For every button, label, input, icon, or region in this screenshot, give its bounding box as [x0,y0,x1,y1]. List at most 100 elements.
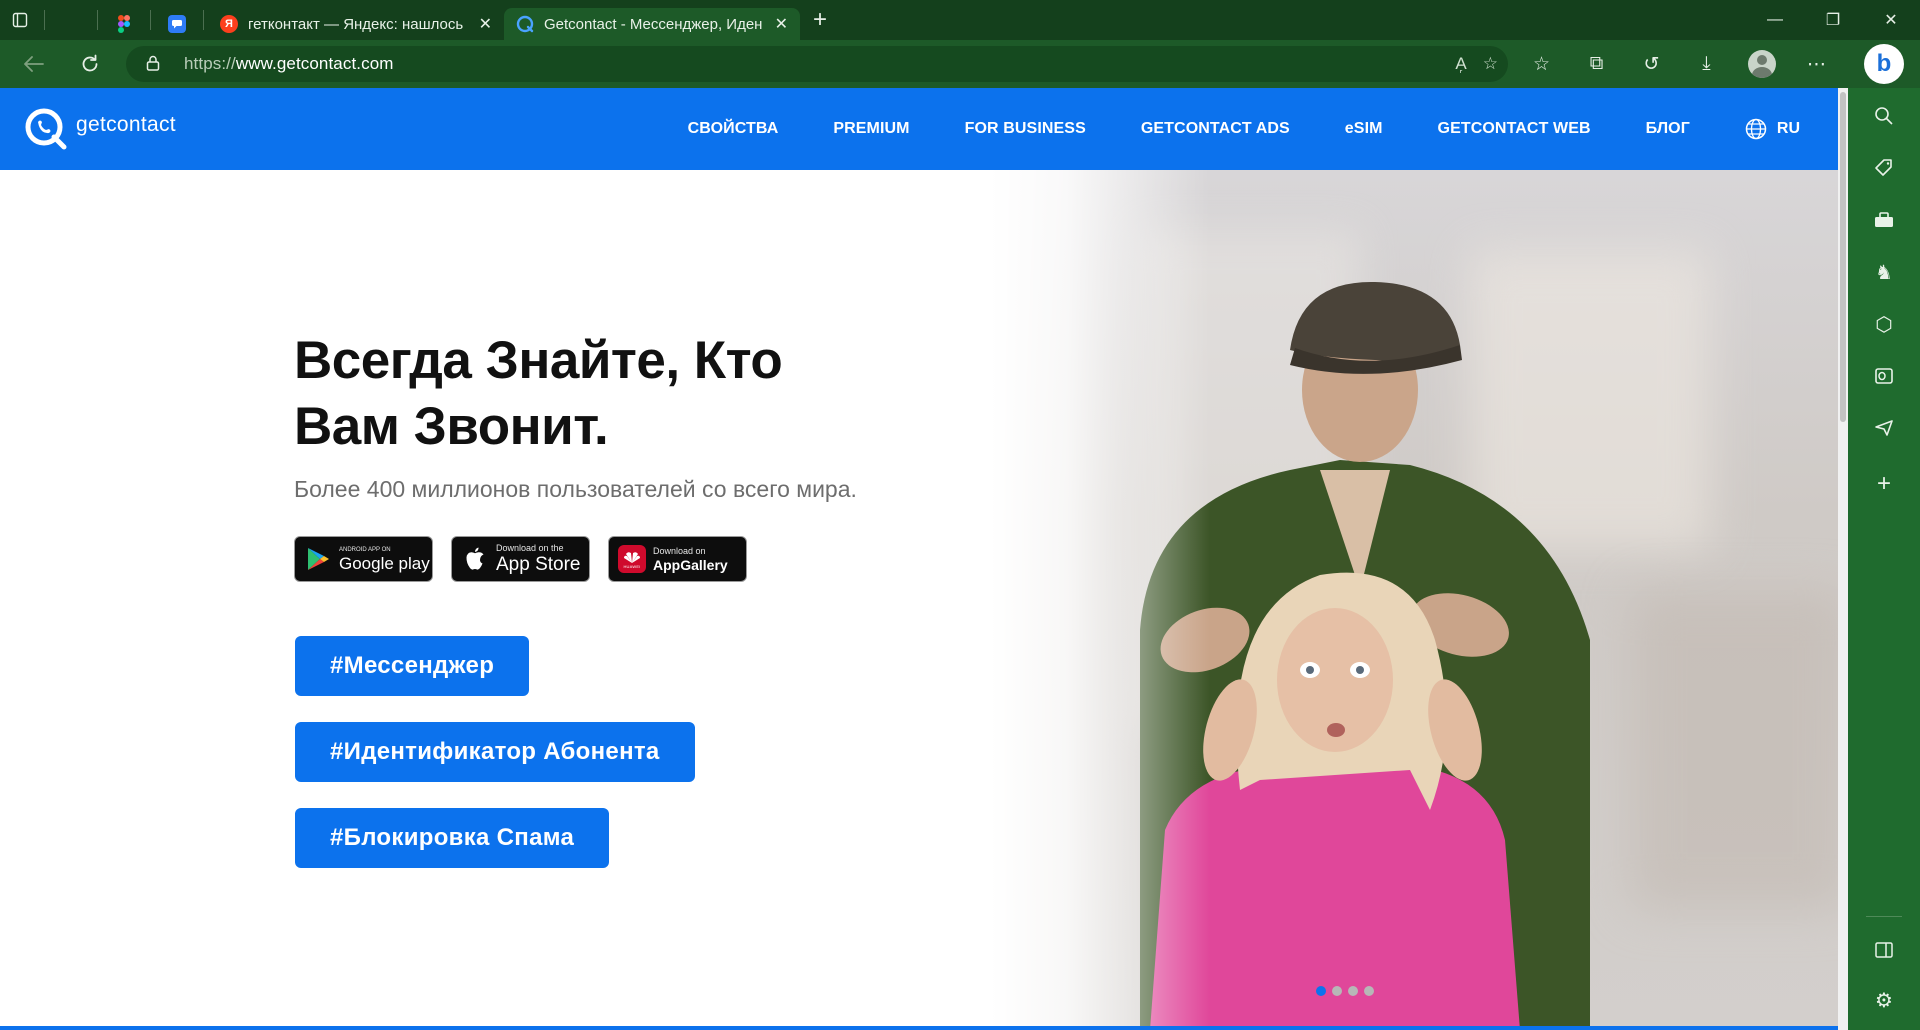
tab-yandex[interactable]: Я гетконтакт — Яндекс: нашлось ✕ [208,8,504,40]
figma-icon [115,15,133,33]
menu-item-web[interactable]: GETCONTACT WEB [1438,120,1591,138]
microsoft-365-icon[interactable]: ⬡ [1848,300,1920,348]
tag-caller-id-button[interactable]: #Идентификатор Абонента [295,722,695,782]
sidebar-divider [1866,916,1902,917]
tag-messenger-button[interactable]: #Мессенджер [295,636,530,696]
new-tab-button[interactable]: + [800,0,840,40]
apple-icon [466,547,484,570]
appgallery-label: AppGallery [653,556,728,573]
menu-item-for-business[interactable]: FOR BUSINESS [965,120,1086,138]
send-icon[interactable] [1848,404,1920,452]
getcontact-logo[interactable]: getcontact [24,105,176,153]
carousel-dots [1316,986,1374,996]
add-sidebar-app-icon[interactable]: + [1848,460,1920,508]
hero-title: Всегда Знайте, Кто Вам Звонит. [294,328,934,460]
avatar [1747,50,1776,78]
app-store-label: App Store [496,554,581,575]
appgallery-button[interactable]: HUAWEI Download on AppGallery [608,536,747,582]
language-selector[interactable]: RU [1745,118,1800,140]
downloads-icon[interactable]: ⤓ [1679,40,1734,88]
tab-separator [44,10,45,30]
appgallery-small-text: Download on [653,545,706,556]
minimize-icon[interactable]: — [1746,0,1804,40]
tab-separator [203,10,204,30]
feature-tags: #Мессенджер #Идентификатор Абонента #Бло… [295,636,695,894]
outlook-icon[interactable] [1848,352,1920,400]
collections-icon[interactable]: ⧉ [1569,40,1624,88]
site-header: getcontact СВОЙСТВА PREMIUM FOR BUSINESS… [0,88,1838,170]
tab-getcontact[interactable]: Getcontact - Мессенджер, Иден ✕ [504,8,800,40]
app-store-button[interactable]: Download on the App Store [451,536,590,582]
tag-spam-block-button[interactable]: #Блокировка Спама [295,808,610,868]
url-host: www.getcontact.com [235,54,394,73]
brand-name: getcontact [76,113,176,136]
scrollbar-thumb[interactable] [1840,92,1846,422]
tab-messages[interactable] [155,8,199,40]
search-icon[interactable] [1848,92,1920,140]
menu-item-features[interactable]: СВОЙСТВА [688,120,779,138]
carousel-dot[interactable] [1332,986,1342,996]
tab-strip: Я гетконтакт — Яндекс: нашлось ✕ Getcont… [0,0,1920,40]
restore-icon[interactable]: ❐ [1804,0,1862,40]
carousel-dot[interactable] [1316,986,1326,996]
lock-icon[interactable] [146,55,168,74]
tab-figma[interactable] [102,8,146,40]
huawei-icon: HUAWEI [618,545,646,573]
add-favorite-icon[interactable]: ☆ [1483,54,1498,74]
tab-blank[interactable] [49,8,93,40]
games-icon[interactable]: ♞ [1848,248,1920,296]
shopping-tag-icon[interactable] [1848,144,1920,192]
address-bar[interactable]: https://www.getcontact.com A᷊ ☆ [126,46,1508,82]
menu-item-esim[interactable]: eSIM [1345,120,1383,138]
google-play-button[interactable]: ANDROID APP ON Google play [294,536,433,582]
blank-tab-icon [62,15,80,33]
edge-sidebar: ♞ ⬡ + ⚙ [1848,88,1920,1030]
close-tab-icon[interactable]: ✕ [479,14,492,34]
bing-copilot-button[interactable]: b [1864,44,1904,84]
back-button[interactable] [12,42,56,86]
language-code: RU [1776,120,1800,137]
hero-title-line-1: Всегда Знайте, Кто [294,331,783,390]
menu-item-ads[interactable]: GETCONTACT ADS [1141,120,1290,138]
close-window-icon[interactable]: ✕ [1862,0,1920,40]
page-scrollbar[interactable] [1838,88,1848,1030]
yandex-icon: Я [220,15,238,33]
messages-icon [168,15,186,33]
refresh-button[interactable] [68,42,112,86]
favorites-icon[interactable]: ☆ [1514,40,1569,88]
sidebar-settings-icon[interactable]: ⚙ [1848,976,1920,1024]
hide-sidebar-icon[interactable] [1848,926,1920,974]
app-store-small-text: Download on the [496,543,564,553]
window-controls: — ❐ ✕ [1746,0,1920,40]
app-store-badges: ANDROID APP ON Google play Download on t… [294,536,747,582]
web-page: getcontact СВОЙСТВА PREMIUM FOR BUSINESS… [0,88,1838,1030]
menu-item-premium[interactable]: PREMIUM [833,120,909,138]
workspaces-icon[interactable] [0,0,40,40]
tab-separator [150,10,151,30]
hero-photo [990,170,1838,1030]
getcontact-icon [516,15,534,33]
url-text: https://www.getcontact.com [184,54,394,74]
carousel-dot[interactable] [1348,986,1358,996]
close-tab-icon[interactable]: ✕ [775,14,788,34]
address-bar-actions: A᷊ ☆ [1455,46,1498,82]
tab-title: Getcontact - Мессенджер, Иден [544,15,763,33]
profile-button[interactable] [1734,40,1789,88]
google-play-label: Google play [339,553,430,573]
bing-icon: b [1876,50,1892,77]
google-play-small-text: ANDROID APP ON [339,546,391,553]
tab-title: гетконтакт — Яндекс: нашлось [248,15,464,33]
read-aloud-icon[interactable]: A᷊ [1455,54,1466,74]
browser-window: Я гетконтакт — Яндекс: нашлось ✕ Getcont… [0,0,1920,1030]
hero-subtitle: Более 400 миллионов пользователей со все… [294,476,857,502]
tools-icon[interactable] [1848,196,1920,244]
url-protocol: https:// [184,54,236,73]
menu-item-blog[interactable]: БЛОГ [1646,120,1690,138]
google-play-icon [308,548,329,570]
carousel-dot[interactable] [1364,986,1374,996]
history-icon[interactable]: ↺ [1624,40,1679,88]
main-menu: СВОЙСТВА PREMIUM FOR BUSINESS GETCONTACT… [633,88,1800,170]
more-menu-icon[interactable]: ⋯ [1789,40,1844,88]
hero-title-line-2: Вам Звонит. [294,397,609,456]
huawei-badge-text: HUAWEI [623,563,641,569]
